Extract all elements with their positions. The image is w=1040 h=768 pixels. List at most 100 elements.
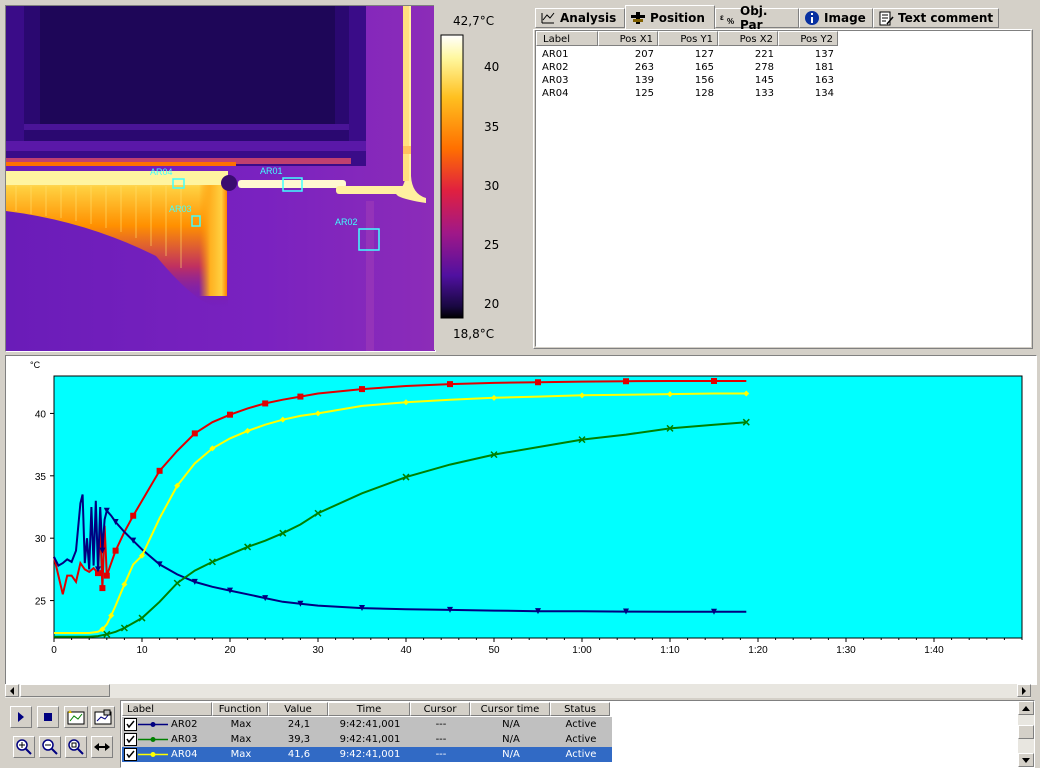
legend-row[interactable]: AR02 Max 24,1 9:42:41,001 --- N/A Active [122, 717, 612, 732]
zoom-out-button[interactable] [39, 736, 61, 758]
position-row[interactable]: AR02 263 165 278 181 [536, 61, 846, 74]
legend-row[interactable]: AR03 Max 39,3 9:42:41,001 --- N/A Active [122, 732, 612, 747]
position-cell-value: 137 [814, 49, 834, 60]
legend-checkbox[interactable] [124, 718, 137, 731]
position-cell-value: 207 [634, 49, 654, 60]
arrow-up-icon [1022, 705, 1030, 711]
position-header-x1[interactable]: Pos X1 [598, 31, 658, 46]
data-point [227, 411, 233, 418]
legend-cell-cursor-time: N/A [502, 734, 520, 745]
zoom-fit-button[interactable] [65, 736, 87, 758]
legend-scroll-thumb[interactable] [1018, 725, 1034, 739]
zoom-in-icon [16, 739, 32, 755]
thermal-image-canvas[interactable]: AR04 AR01 AR03 AR02 [6, 6, 435, 351]
temperature-chart[interactable]: °C 25 30 35 40 0 10 20 30 40 50 1:00 1:10 1:20 1:30 1:4… [6, 356, 1034, 682]
legend-checkbox[interactable] [124, 748, 137, 761]
thermal-image[interactable]: AR04 AR01 AR03 AR02 [5, 5, 436, 352]
checkmark-icon [126, 750, 135, 759]
scroll-right-button[interactable] [1017, 684, 1031, 697]
position-cell-value: 165 [694, 62, 714, 73]
stop-button[interactable] [37, 706, 59, 728]
legend-series-swatch [138, 722, 168, 727]
play-button[interactable] [10, 706, 32, 728]
scale-max-label: 42,7°C [453, 14, 495, 28]
region-label-ar03: AR03 [169, 204, 192, 214]
tab-analysis[interactable]: Analysis [535, 8, 625, 28]
legend-header-value[interactable]: Value [268, 702, 328, 716]
legend-header-function[interactable]: Function [212, 702, 268, 716]
scale-min-label: 18,8°C [453, 327, 495, 341]
x-tick-label: 1:40 [924, 645, 944, 656]
position-header-y2[interactable]: Pos Y2 [778, 31, 838, 46]
svg-text:ε: ε [720, 13, 724, 22]
data-point [623, 378, 629, 385]
x-tick-label: 50 [488, 645, 500, 656]
chart-y-unit: °C [30, 360, 41, 370]
x-tick-label: 40 [400, 645, 412, 656]
position-cell-value: 181 [814, 62, 834, 73]
checkmark-icon [126, 735, 135, 744]
position-row[interactable]: AR04 125 128 133 134 [536, 87, 846, 100]
x-tick-label: 1:30 [836, 645, 856, 656]
legend-header-cursor-time[interactable]: Cursor time [470, 702, 550, 716]
tab-text-comment[interactable]: Text comment [873, 8, 999, 28]
arrow-down-icon [1022, 757, 1030, 763]
arrow-left-icon [10, 686, 14, 695]
legend-scroll-down-button[interactable] [1018, 753, 1034, 767]
position-header-label[interactable]: Label [536, 31, 598, 46]
chart-options-icon [67, 710, 85, 725]
scroll-left-button[interactable] [5, 684, 19, 697]
temperature-scale: 42,7°C 40 35 30 25 20 18,8°C [434, 5, 528, 350]
tab-analysis-label: Analysis [560, 11, 617, 25]
legend-header-status[interactable]: Status [550, 702, 610, 716]
info-icon [805, 11, 819, 25]
tab-obj-par[interactable]: ε% Obj. Par [715, 4, 799, 32]
data-point [130, 512, 137, 519]
region-label-ar02: AR02 [335, 217, 358, 227]
legend-cell-time: 9:42:41,001 [339, 749, 401, 760]
legend-row[interactable]: AR04 Max 41,6 9:42:41,001 --- N/A Active [122, 747, 612, 762]
tab-position-label: Position [650, 10, 705, 25]
position-table: Label Pos X1 Pos Y1 Pos X2 Pos Y2 AR01 20… [535, 30, 1031, 347]
legend-scroll-up-button[interactable] [1018, 701, 1034, 715]
tab-image[interactable]: Image [799, 8, 873, 28]
region-label-ar01: AR01 [260, 166, 283, 176]
position-header-x2[interactable]: Pos X2 [718, 31, 778, 46]
resize-horizontal-button[interactable] [91, 736, 113, 758]
chart-settings-button[interactable] [91, 706, 115, 728]
legend-cell-cursor-time: N/A [502, 719, 520, 730]
scale-tick-35: 35 [484, 120, 500, 134]
x-tick-label: 10 [136, 645, 148, 656]
chart-plot-area[interactable] [53, 375, 1023, 639]
legend-series-swatch [138, 752, 168, 757]
legend-cell-status: Active [565, 719, 597, 730]
chart-horizontal-scrollbar[interactable] [5, 684, 1031, 698]
chart-options-button[interactable] [64, 706, 88, 728]
legend-header-time[interactable]: Time [328, 702, 410, 716]
scale-tick-20: 20 [484, 297, 500, 311]
position-row[interactable]: AR01 207 127 221 137 [536, 48, 846, 61]
svg-text:%: % [727, 17, 734, 25]
position-cell-value: 145 [754, 75, 774, 86]
chart-toolbar [5, 700, 118, 766]
legend-header-label[interactable]: Label [122, 702, 212, 716]
scale-tick-30: 30 [484, 179, 500, 193]
series-legend-table: Label Function Value Time Cursor Cursor … [120, 700, 1035, 768]
legend-vertical-scrollbar[interactable] [1018, 701, 1034, 767]
position-header-y1[interactable]: Pos Y1 [658, 31, 718, 46]
position-cell-value: 139 [634, 75, 654, 86]
scroll-thumb[interactable] [20, 684, 110, 697]
legend-header-cursor[interactable]: Cursor [410, 702, 470, 716]
legend-checkbox[interactable] [124, 733, 137, 746]
text-comment-icon [879, 11, 894, 25]
x-tick-label: 1:00 [572, 645, 592, 656]
tab-position[interactable]: Position [625, 5, 715, 29]
legend-cell-label: AR02 [171, 719, 198, 730]
analysis-icon [541, 12, 555, 24]
zoom-in-button[interactable] [13, 736, 35, 758]
legend-cell-cursor: --- [435, 749, 447, 760]
position-row[interactable]: AR03 139 156 145 163 [536, 74, 846, 87]
data-point [156, 467, 163, 474]
legend-series-swatch [138, 737, 168, 742]
legend-cell-value: 41,6 [287, 749, 311, 760]
